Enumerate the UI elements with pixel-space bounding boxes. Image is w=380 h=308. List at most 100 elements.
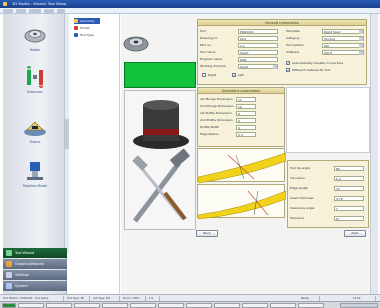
part-no-field[interactable]: 1.1: [238, 42, 278, 48]
field-row: Tool name Insert: [200, 49, 280, 55]
nav-bar-system[interactable]: System: [3, 281, 67, 291]
field-value: Right: [240, 64, 248, 69]
menu-item[interactable]: [29, 9, 41, 13]
tolerance-field[interactable]: M: [334, 215, 364, 221]
tree-item-holder[interactable]: Holder: [74, 25, 90, 31]
tree-item-tool-type[interactable]: Tool Type: [74, 32, 94, 38]
folder-icon: [74, 19, 78, 23]
taskbar-app[interactable]: [186, 303, 212, 308]
sidebar-item-fixture[interactable]: Fixture: [3, 114, 67, 154]
field-value: PGN1201: [240, 29, 255, 34]
tool-field[interactable]: PGN1201: [238, 28, 278, 34]
field-value: 80: [336, 166, 340, 171]
nav-bar-graphics-reports[interactable]: Graphics/Reports: [3, 259, 67, 269]
profile-width-field[interactable]: 4: [236, 124, 256, 130]
tip-radius-field[interactable]: 0.4: [334, 175, 364, 181]
field-label: Category: [286, 36, 300, 40]
checkbox-row[interactable]: ✓ Left: [232, 72, 256, 78]
field-label: Tool name: [200, 50, 216, 54]
plunge-2-field[interactable]: 10: [236, 103, 256, 109]
checkbox-row[interactable]: Right: [202, 72, 226, 78]
plunge-1-field[interactable]: 12: [236, 96, 256, 102]
field-label: 1st Profile Dimension: [200, 111, 232, 115]
auto-transfer-checkbox[interactable]: ✓: [286, 61, 290, 65]
tool-system-select[interactable]: ISO: [322, 42, 364, 48]
menu-item[interactable]: [44, 9, 54, 13]
field-value: PGN: [240, 57, 247, 62]
field-value: Insert: [240, 50, 249, 55]
right-checkbox[interactable]: [202, 73, 206, 77]
chevron-down-icon: [359, 36, 363, 41]
taskbar-app[interactable]: [270, 303, 296, 308]
top-hat-icon: [132, 100, 191, 223]
taskbar-app[interactable]: [158, 303, 184, 308]
field-value: 6: [238, 118, 240, 123]
edge-radius-field[interactable]: 0.4: [236, 131, 256, 137]
left-checkbox[interactable]: ✓: [232, 73, 236, 77]
sidebar-item-holder[interactable]: Holder: [3, 22, 67, 62]
taskbar-app[interactable]: [46, 303, 72, 308]
sidebar-scrollbar[interactable]: [64, 14, 69, 254]
reports-icon: [6, 261, 12, 267]
field-row: Tool system ISO: [286, 42, 366, 48]
tool-image: [124, 90, 196, 230]
tip-angle-field[interactable]: 80: [334, 165, 364, 171]
field-label: Drawing no.: [200, 36, 219, 40]
profile-1-field[interactable]: 8: [236, 110, 256, 116]
field-value: 12: [238, 97, 242, 102]
taskbar-app[interactable]: [74, 303, 100, 308]
checkbox-row[interactable]: ✓ Different material for tool: [286, 67, 366, 73]
taskbar-app[interactable]: [298, 303, 324, 308]
extension-icon: [26, 66, 44, 88]
nav-bar-label: Tool Wizard: [15, 251, 35, 255]
edge-length-field[interactable]: 12: [334, 185, 364, 191]
main-scrollbar[interactable]: [370, 14, 378, 294]
checkbox-label: Different material for tool: [292, 68, 331, 72]
drawing-no-field[interactable]: W/A: [238, 35, 278, 41]
taskbar-app[interactable]: [214, 303, 240, 308]
nav-bar-settings[interactable]: Settings: [3, 270, 67, 280]
menu-item[interactable]: [16, 9, 26, 13]
field-label: Edge length: [290, 186, 309, 190]
software-select[interactable]: ISO-P: [322, 49, 364, 55]
wizard-icon: [6, 250, 12, 256]
field-value: Turning: [324, 36, 335, 41]
chevron-down-icon: [359, 43, 363, 48]
taskbar-app[interactable]: [130, 303, 156, 308]
scrollbar-thumb[interactable]: [65, 119, 69, 149]
taskbar-app[interactable]: [18, 303, 44, 308]
checkbox-label: Left: [238, 73, 244, 77]
next-button[interactable]: Next: [344, 230, 366, 237]
taskbar-app[interactable]: [102, 303, 128, 308]
back-button[interactable]: Back: [196, 230, 218, 237]
status-bar: Tool Wizard - PGN1201 - Tool Setup Tool …: [0, 294, 380, 301]
field-label: Tolerance: [290, 216, 305, 220]
field-value: 4: [238, 125, 240, 130]
clearance-angle-field[interactable]: 7: [334, 205, 364, 211]
menu-item[interactable]: [57, 9, 65, 13]
chevron-down-icon: [359, 29, 363, 34]
sidebar-item-extension[interactable]: Extension: [3, 64, 67, 104]
sidebar-item-machine-model[interactable]: Machine Model: [3, 158, 67, 198]
profile-2-field[interactable]: 6: [236, 117, 256, 123]
insert-thickness-field[interactable]: 4.76: [334, 195, 364, 201]
field-row: Profile Width 4: [200, 124, 284, 130]
tool-name-field[interactable]: Insert: [238, 49, 278, 55]
field-row: 2nd Plunge Dimension 10: [200, 103, 284, 109]
start-button[interactable]: [2, 303, 16, 308]
menu-item[interactable]: [3, 9, 13, 13]
tree-item-geometry[interactable]: Geometry: [74, 18, 100, 24]
field-value: 7: [336, 206, 338, 211]
chevron-down-icon: [273, 64, 277, 69]
taskbar-app[interactable]: [242, 303, 268, 308]
checkbox-row[interactable]: ✓ Automatically transfer to machine: [286, 60, 366, 66]
field-value: 8: [238, 111, 240, 116]
nav-bar-tool-wizard[interactable]: Tool Wizard: [3, 248, 67, 258]
working-direction-select[interactable]: Right: [238, 63, 278, 69]
program-name-field[interactable]: PGN: [238, 56, 278, 62]
settings-icon: [6, 272, 12, 278]
insert-parameters-panel: Tool tip angle 80 Tip radius 0.4 Edge le…: [287, 160, 369, 228]
template-select[interactable]: Right hand: [322, 28, 364, 34]
category-select[interactable]: Turning: [322, 35, 364, 41]
different-material-checkbox[interactable]: ✓: [286, 68, 290, 72]
